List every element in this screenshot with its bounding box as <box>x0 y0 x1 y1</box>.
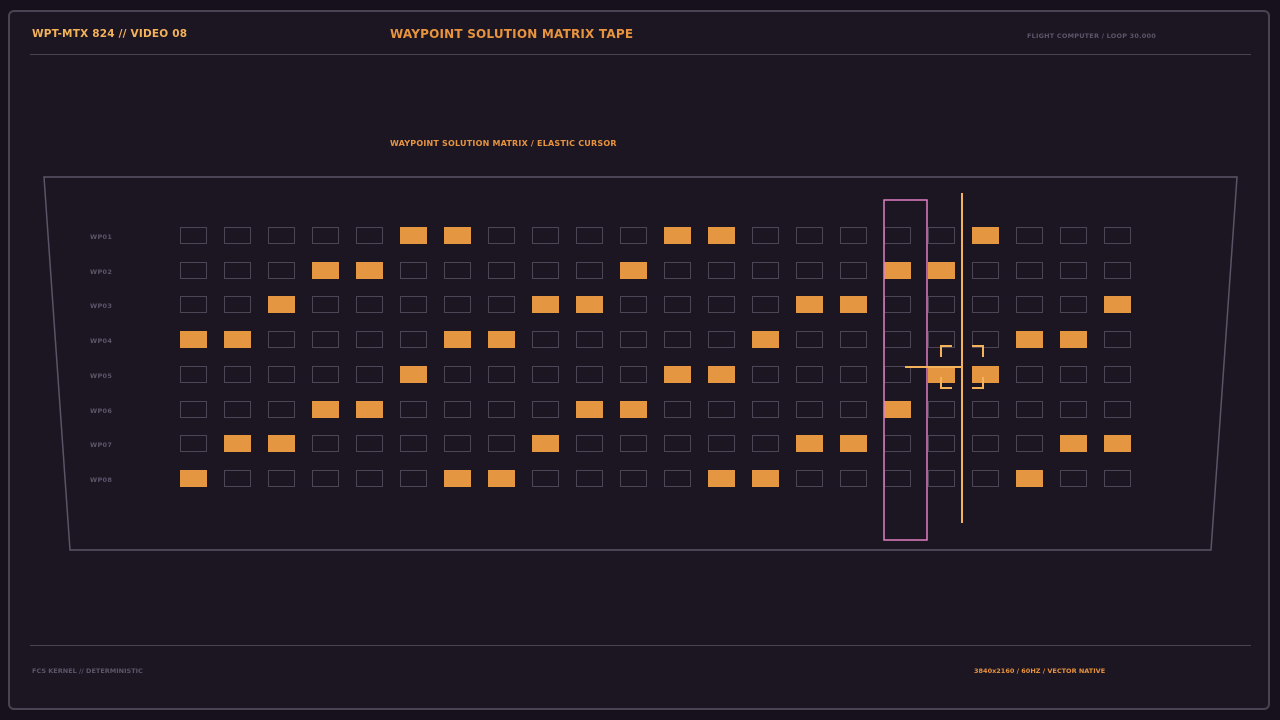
kernel-status: FCS KERNEL // DETERMINISTIC <box>32 667 143 675</box>
footer-divider <box>30 645 1251 646</box>
column-highlight-box <box>883 199 928 541</box>
render-spec: 3840x2160 / 60HZ / VECTOR NATIVE <box>974 667 1106 675</box>
cursor-overlay <box>883 193 984 541</box>
